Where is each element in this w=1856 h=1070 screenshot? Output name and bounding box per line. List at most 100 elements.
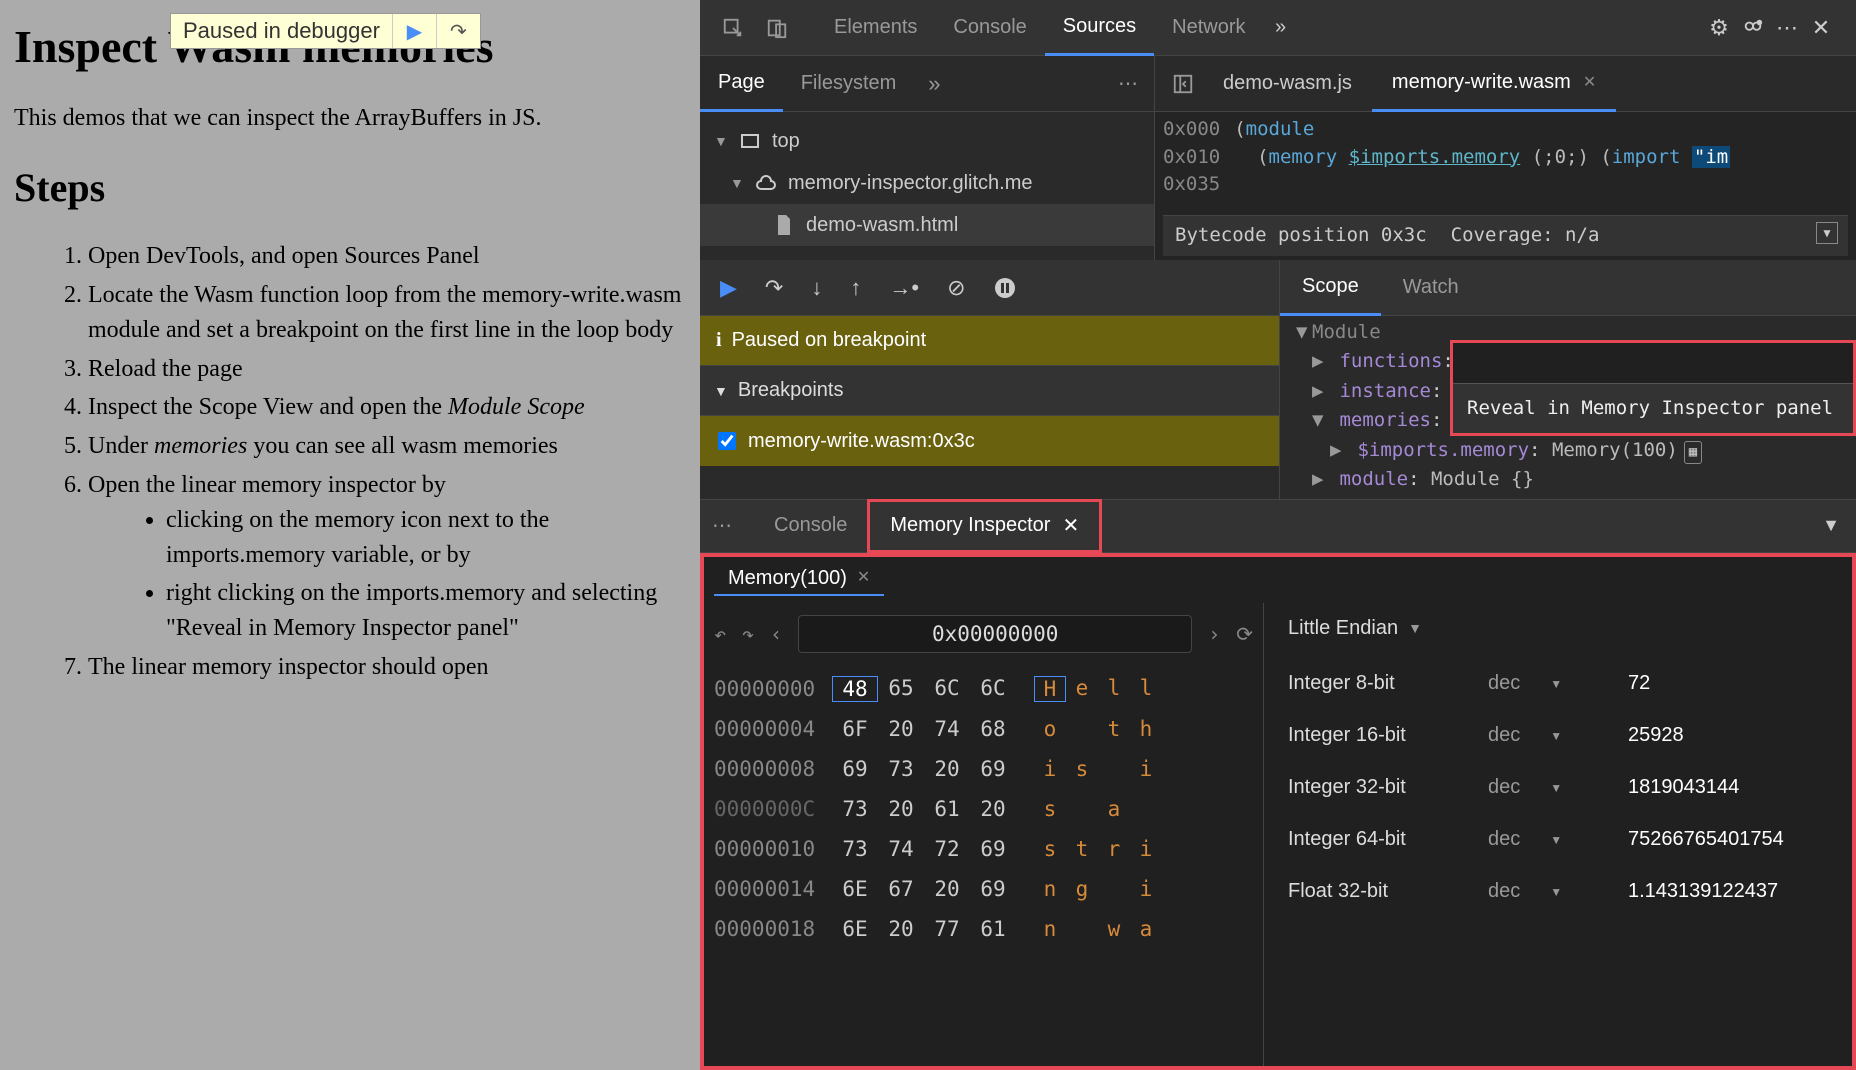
more-tabs-icon[interactable]: » (1264, 16, 1298, 39)
drawer-tabs: ⋯ Console Memory Inspector ✕ ▼ (700, 499, 1856, 553)
value-row: Integer 32-bitdec▼1819043144 (1288, 762, 1828, 814)
bytecode-position: Bytecode position 0x3c (1175, 222, 1427, 250)
kebab-menu-icon[interactable]: ⋯ (1770, 15, 1804, 41)
breakpoint-label: memory-write.wasm:0x3c (748, 430, 975, 453)
address-input[interactable] (798, 615, 1192, 653)
value-row: Integer 16-bitdec▼25928 (1288, 710, 1828, 762)
settings-icon[interactable]: ⚙ (1702, 15, 1736, 41)
tree-top[interactable]: ▼ top (700, 120, 1154, 162)
value-interpreter: Little Endian ▼ Integer 8-bitdec▼72Integ… (1264, 603, 1852, 1066)
hex-viewer[interactable]: ↶ ↷ ‹ › ⟳ 0000000048656C6CHell000000046F… (704, 603, 1264, 1066)
code-line[interactable]: 0x035 (1163, 171, 1848, 199)
memory-tabs: Memory(100) ✕ (704, 557, 1852, 603)
paused-message: i Paused on breakpoint (700, 316, 1279, 366)
tree-top-label: top (772, 130, 800, 153)
memory-tab[interactable]: Memory(100) ✕ (714, 563, 884, 596)
top-tab-sources[interactable]: Sources (1045, 0, 1154, 56)
hex-nav: ↶ ↷ ‹ › ⟳ (714, 615, 1253, 653)
step-into-button-icon[interactable]: ↓ (811, 275, 822, 301)
file-tab[interactable]: demo-wasm.js (1203, 56, 1372, 112)
memory-icon[interactable]: ▦ (1684, 441, 1702, 465)
page-intro: This demos that we can inspect the Array… (14, 103, 686, 134)
breakpoint-checkbox[interactable] (718, 432, 736, 450)
reveal-tooltip[interactable]: Reveal in Memory Inspector panel (1453, 383, 1853, 433)
scope-tabs: ScopeWatch (1280, 260, 1856, 316)
toggle-navigator-icon[interactable] (1163, 73, 1203, 95)
hex-row[interactable]: 000000046F207468o th (714, 709, 1253, 749)
reveal-highlight-box: Reveal in Memory Inspector panel (1450, 340, 1856, 436)
scope-line[interactable]: ▶ module: Module {} (1296, 465, 1848, 494)
top-tab-network[interactable]: Network (1154, 0, 1263, 56)
breakpoints-header[interactable]: ▼ Breakpoints (700, 366, 1279, 416)
scope-tab-scope[interactable]: Scope (1280, 260, 1381, 316)
step-over-button-icon[interactable]: ↷ (765, 275, 783, 301)
format-selector[interactable]: dec▼ (1488, 724, 1628, 747)
step-out-button-icon[interactable]: ↑ (850, 275, 861, 301)
more-navigator-icon[interactable]: » (928, 71, 940, 97)
resume-icon[interactable]: ▶ (392, 14, 436, 48)
whatsnew-icon[interactable] (1736, 17, 1770, 39)
hex-row[interactable]: 000000146E672069ng i (714, 869, 1253, 909)
close-icon[interactable]: ✕ (857, 567, 870, 590)
drawer-tab-console[interactable]: Console (754, 499, 867, 553)
code-editor[interactable]: 0x000(module0x010 (memory $imports.memor… (1155, 112, 1856, 260)
value-row: Float 32-bitdec▼1.143139122437 (1288, 866, 1828, 918)
step-over-icon[interactable]: ↷ (436, 14, 480, 48)
file-tree[interactable]: ▼ top ▼ memory-inspector.glitch.me demo-… (700, 112, 1155, 260)
format-selector[interactable]: dec▼ (1488, 776, 1628, 799)
deactivate-bp-icon[interactable]: ⊘ (947, 275, 965, 301)
hex-row[interactable]: 0000000869732069is i (714, 749, 1253, 789)
steps-heading: Steps (14, 164, 686, 211)
pause-exceptions-icon[interactable] (994, 277, 1016, 299)
hex-row[interactable]: 000000186E207761n wa (714, 909, 1253, 949)
status-dropdown-icon[interactable]: ▼ (1816, 222, 1838, 244)
value-row: Integer 64-bitdec▼75266765401754 (1288, 814, 1828, 866)
devtools-panel: ElementsConsoleSourcesNetwork » ⚙ ⋯ ✕ Pa… (700, 0, 1856, 1070)
substep-item: right clicking on the imports.memory and… (166, 576, 686, 646)
scope-line[interactable]: ▶ $imports.memory: Memory(100)▦ (1296, 436, 1848, 465)
close-icon[interactable]: ✕ (1583, 72, 1596, 92)
navigator-tab-page[interactable]: Page (700, 56, 783, 112)
format-selector[interactable]: dec▼ (1488, 828, 1628, 851)
file-icon (772, 215, 796, 235)
top-tab-console[interactable]: Console (935, 0, 1044, 56)
collapse-drawer-icon[interactable]: ▼ (1822, 515, 1840, 536)
inspect-element-icon[interactable] (718, 13, 748, 43)
device-toolbar-icon[interactable] (762, 13, 792, 43)
endian-selector[interactable]: Little Endian ▼ (1288, 617, 1828, 640)
code-line[interactable]: 0x010 (memory $imports.memory (;0;) (imp… (1163, 144, 1848, 172)
scope-pane: ScopeWatch ▼Module ▶ functions: Function… (1280, 260, 1856, 499)
hex-row[interactable]: 0000000C73206120s a (714, 789, 1253, 829)
prev-page-icon[interactable]: ‹ (770, 622, 782, 646)
steps-list: Open DevTools, and open Sources PanelLoc… (14, 239, 686, 685)
scope-tab-watch[interactable]: Watch (1381, 260, 1481, 316)
drawer-tab-memory-inspector[interactable]: Memory Inspector ✕ (867, 499, 1102, 553)
top-tab-elements[interactable]: Elements (816, 0, 935, 56)
debug-toolbar: ▶ ↷ ↓ ↑ →• ⊘ (700, 260, 1279, 316)
tree-domain[interactable]: ▼ memory-inspector.glitch.me (700, 162, 1154, 204)
navigator-tab-filesystem[interactable]: Filesystem (783, 56, 915, 112)
format-selector[interactable]: dec▼ (1488, 672, 1628, 695)
redo-icon[interactable]: ↷ (742, 622, 754, 646)
memory-inspector-panel: Memory(100) ✕ ↶ ↷ ‹ › ⟳ 0000000048656C6C… (700, 553, 1856, 1070)
file-tab[interactable]: memory-write.wasm✕ (1372, 56, 1616, 112)
hex-row[interactable]: 0000001073747269stri (714, 829, 1253, 869)
step-button-icon[interactable]: →• (889, 275, 919, 301)
refresh-icon[interactable]: ⟳ (1236, 622, 1253, 646)
undo-icon[interactable]: ↶ (714, 622, 726, 646)
navigator-menu-icon[interactable]: ⋯ (1118, 71, 1140, 96)
tree-file[interactable]: demo-wasm.html (700, 204, 1154, 246)
breakpoint-item[interactable]: memory-write.wasm:0x3c (700, 416, 1279, 466)
close-icon[interactable]: ✕ (1062, 513, 1079, 538)
format-selector[interactable]: dec▼ (1488, 880, 1628, 903)
paused-badge: Paused in debugger ▶ ↷ (170, 13, 481, 49)
next-page-icon[interactable]: › (1208, 622, 1220, 646)
resume-button-icon[interactable]: ▶ (720, 275, 737, 301)
drawer-menu-icon[interactable]: ⋯ (712, 513, 734, 538)
step-item: Reload the page (88, 352, 686, 387)
caret-down-icon: ▼ (1550, 729, 1562, 743)
code-line[interactable]: 0x000(module (1163, 116, 1848, 144)
scope-body[interactable]: ▼Module ▶ functions: Functions {$loop: ƒ… (1280, 316, 1856, 499)
hex-row[interactable]: 0000000048656C6CHell (714, 669, 1253, 709)
close-icon[interactable]: ✕ (1804, 15, 1838, 41)
